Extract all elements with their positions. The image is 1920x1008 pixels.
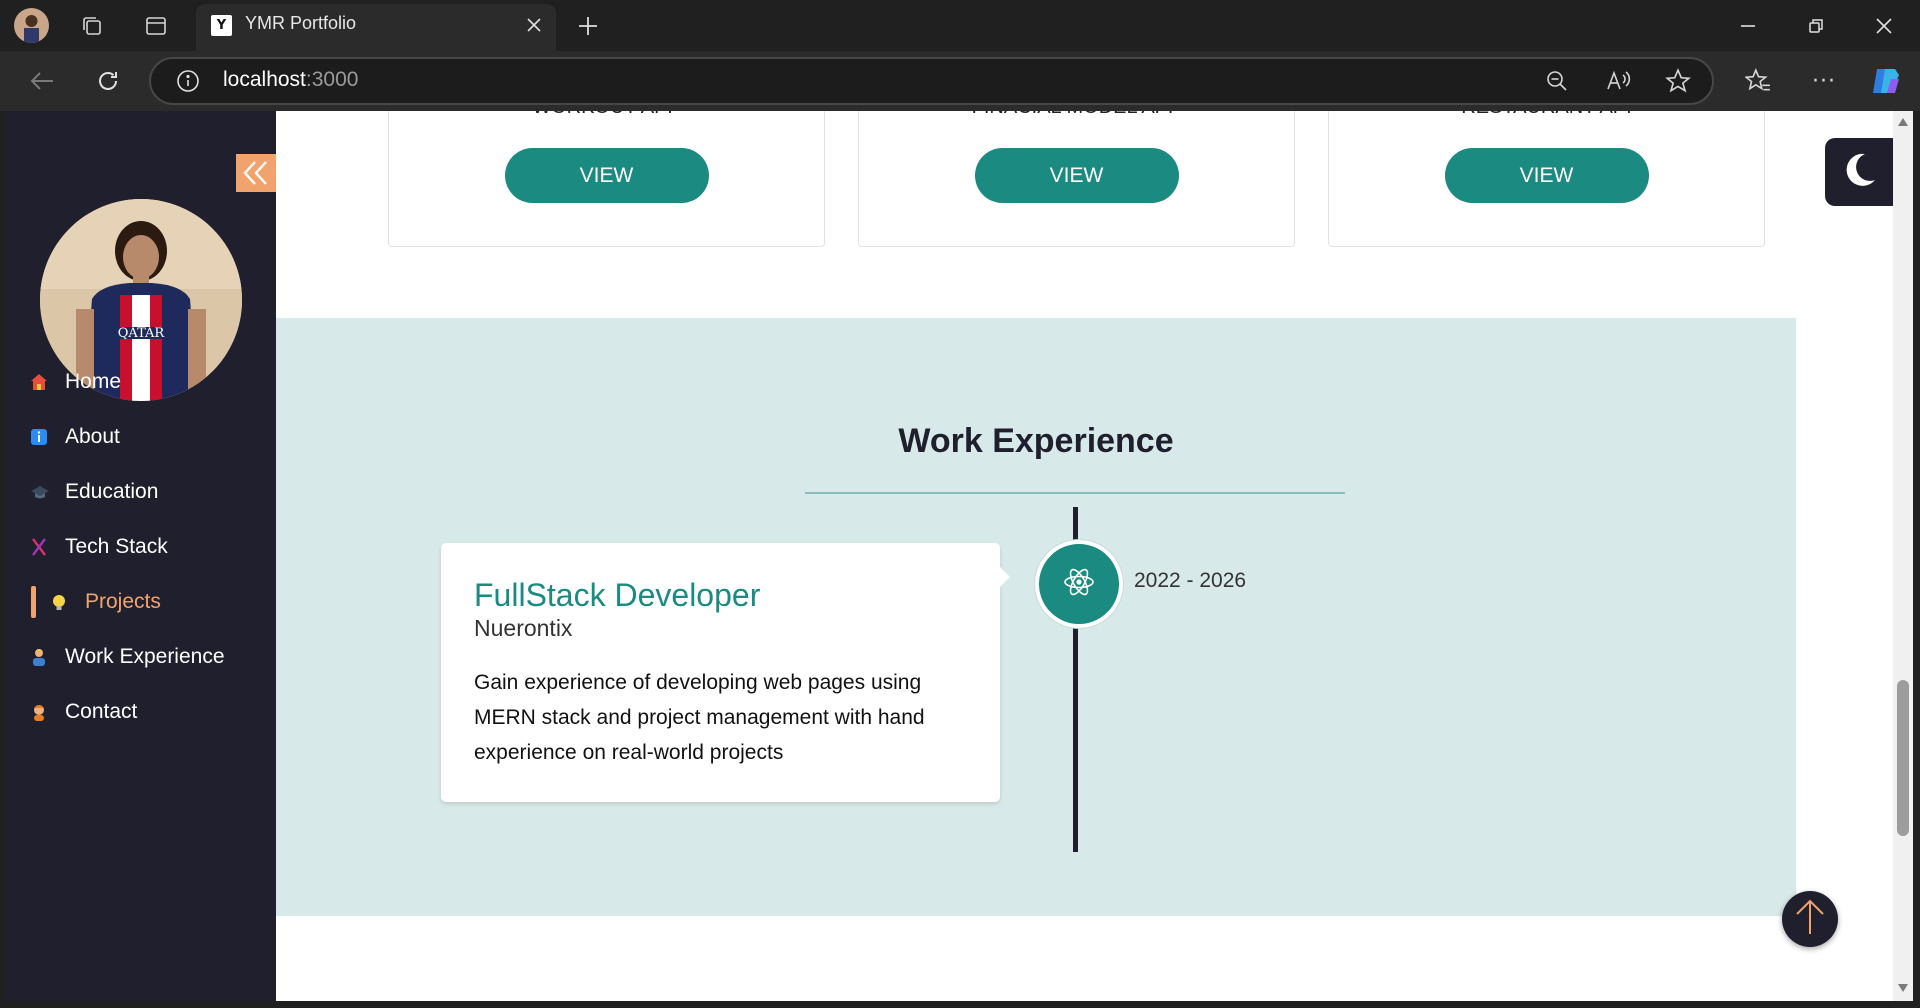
timeline-node [1035,540,1123,628]
project-card: FINACIAL MODEL APP VIEW [858,111,1295,247]
minimize-icon[interactable] [1734,12,1762,40]
tab-title: YMR Portfolio [245,13,357,33]
worker-icon [30,648,48,666]
info-icon [30,428,48,446]
svg-text:QATAR: QATAR [118,326,166,341]
more-options-icon[interactable]: ··· [1810,67,1838,95]
sidebar-item-label: Education [65,480,159,503]
sidebar-item-about[interactable]: About [6,412,276,462]
address-bar[interactable] [149,57,1714,105]
dna-icon [30,538,48,556]
restore-icon[interactable] [1802,12,1830,40]
experience-date: 2022 - 2026 [1134,569,1247,592]
sidebar: QATAR Home About Education Tech Stack Pr… [6,111,276,1001]
sidebar-item-contact[interactable]: Contact [6,687,276,737]
scroll-to-top-button[interactable] [1782,891,1838,947]
project-title: RESTAURANT API [1329,111,1764,119]
sidebar-item-home[interactable]: Home [6,357,276,407]
sidebar-item-label: Projects [85,590,161,613]
scrollbar-thumb[interactable] [1897,680,1909,836]
experience-card: FullStack Developer Nuerontix Gain exper… [441,543,1000,802]
favorite-star-icon[interactable] [1664,67,1692,95]
new-tab-icon[interactable] [574,12,602,40]
sidebar-item-work-experience[interactable]: Work Experience [6,632,276,682]
theme-toggle-button[interactable] [1825,138,1893,206]
refresh-icon[interactable] [92,65,124,97]
project-card: RESTAURANT API VIEW [1328,111,1765,247]
work-experience-section: Work Experience FullStack Developer Nuer… [276,318,1796,916]
scroll-up-arrow-icon[interactable] [1895,114,1911,130]
view-project-button[interactable]: VIEW [974,148,1179,203]
job-role: FullStack Developer [474,577,761,613]
graduation-cap-icon [30,483,49,501]
project-title: FINACIAL MODEL APP [859,111,1294,119]
sidebar-item-label: Tech Stack [65,535,168,558]
url-host: localhost [223,68,306,91]
active-indicator [31,586,36,618]
sidebar-item-tech-stack[interactable]: Tech Stack [6,522,276,572]
react-icon [1062,565,1096,603]
back-icon[interactable] [26,65,58,97]
url-port: :3000 [305,68,359,91]
favorites-icon[interactable] [1744,67,1772,95]
sidebar-item-label: About [65,425,120,448]
project-card: WORKOUT APP VIEW [388,111,825,247]
profile-avatar[interactable] [14,8,49,43]
sidebar-item-label: Home [65,370,122,393]
company-name: Nuerontix [474,615,573,641]
close-tab-icon[interactable] [522,13,546,37]
title-underline [805,492,1345,494]
scroll-down-arrow-icon[interactable] [1895,980,1911,996]
project-title: WORKOUT APP [389,111,824,119]
close-window-icon[interactable] [1870,12,1898,40]
url-text[interactable]: localhost:3000 [223,68,358,92]
site-info-icon[interactable] [175,68,201,94]
zoom-out-icon[interactable] [1543,67,1571,95]
sidebar-item-projects[interactable]: Projects [6,577,276,627]
view-project-button[interactable]: VIEW [1444,148,1649,203]
browser-titlebar: Y YMR Portfolio [0,0,1920,51]
person-icon [30,703,48,721]
card-pointer [998,565,1010,589]
collapse-sidebar-button[interactable] [236,154,276,192]
moon-icon [1839,150,1879,194]
tab-actions-icon[interactable] [142,12,170,40]
page-scrollbar[interactable] [1893,111,1913,1001]
lightbulb-icon [50,593,68,611]
tab-favicon: Y [211,15,232,36]
view-project-button[interactable]: VIEW [504,148,709,203]
job-description: Gain experience of developing web pages … [474,671,925,764]
sidebar-item-education[interactable]: Education [6,467,276,517]
workspaces-icon[interactable] [78,12,106,40]
read-aloud-icon[interactable] [1604,67,1632,95]
section-title: Work Experience [898,422,1174,460]
house-icon [30,373,48,391]
page-viewport: QATAR Home About Education Tech Stack Pr… [6,111,1893,1001]
copilot-icon[interactable] [1868,64,1904,98]
arrow-up-icon [1793,898,1827,940]
sidebar-item-label: Work Experience [65,645,225,668]
sidebar-item-label: Contact [65,700,138,723]
